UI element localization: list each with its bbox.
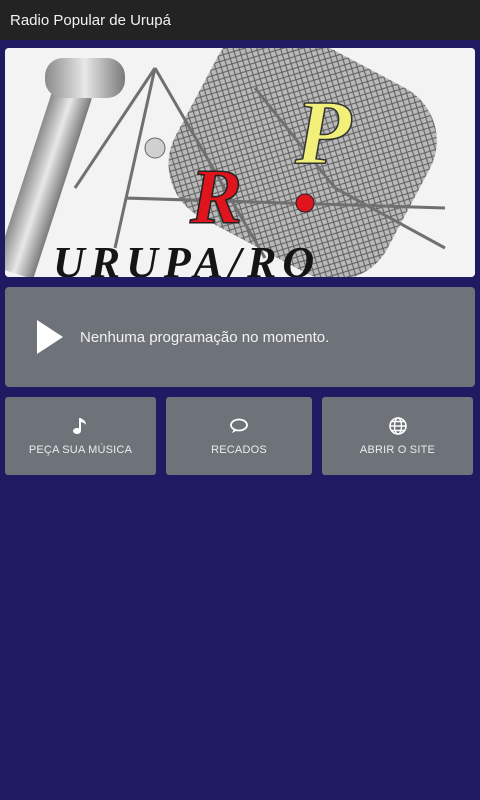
request-song-button[interactable]: PEÇA SUA MÚSICA xyxy=(5,397,156,475)
messages-label: RECADOS xyxy=(211,444,267,456)
svg-text:P: P xyxy=(294,81,352,183)
app-title: Radio Popular de Urupá xyxy=(10,11,171,29)
open-site-label: ABRIR O SITE xyxy=(359,444,436,456)
station-logo-image: R P URUPA/RO xyxy=(5,48,475,277)
open-site-button[interactable]: ABRIR O SITE xyxy=(322,397,473,475)
speech-bubble-icon xyxy=(229,416,249,436)
station-banner: R P URUPA/RO xyxy=(5,48,475,277)
svg-text:R: R xyxy=(189,153,242,240)
request-song-label: PEÇA SUA MÚSICA xyxy=(28,444,133,456)
app-bar: Radio Popular de Urupá xyxy=(0,0,480,40)
player-card: Nenhuma programação no momento. xyxy=(5,287,475,387)
play-icon[interactable] xyxy=(35,319,65,355)
now-playing-status: Nenhuma programação no momento. xyxy=(80,328,330,346)
banner-location-text: URUPA/RO xyxy=(53,238,320,277)
globe-icon xyxy=(388,416,408,436)
music-note-icon xyxy=(72,416,90,436)
messages-button[interactable]: RECADOS xyxy=(166,397,312,475)
